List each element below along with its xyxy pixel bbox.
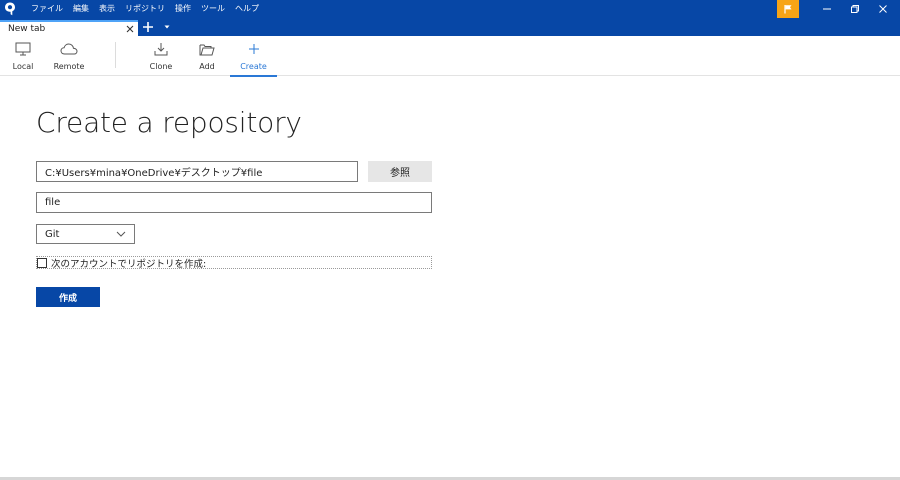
remote-button[interactable]: Remote bbox=[50, 36, 88, 74]
menu-edit[interactable]: 編集 bbox=[68, 0, 94, 18]
create-on-account-checkbox[interactable] bbox=[37, 257, 47, 268]
menu-actions[interactable]: 操作 bbox=[170, 0, 196, 18]
plus-icon bbox=[143, 22, 153, 32]
tab-strip: New tab bbox=[0, 18, 900, 36]
toolbar: Local Remote Clone Add Create bbox=[0, 36, 900, 77]
plus-icon bbox=[248, 38, 260, 60]
notification-flag-button[interactable] bbox=[777, 0, 799, 18]
monitor-icon bbox=[15, 38, 31, 60]
active-tab-indicator bbox=[230, 75, 277, 77]
minimize-button[interactable] bbox=[812, 0, 842, 18]
create-label: Create bbox=[240, 62, 267, 71]
chevron-down-icon bbox=[116, 231, 126, 237]
remote-label: Remote bbox=[53, 62, 85, 71]
title-bar: ファイル 編集 表示 リポジトリ 操作 ツール ヘルプ bbox=[0, 0, 900, 18]
create-button-tab[interactable]: Create bbox=[230, 36, 277, 77]
tab-list-dropdown[interactable] bbox=[160, 19, 174, 35]
sourcetree-logo-icon bbox=[0, 0, 20, 18]
repository-name-field[interactable]: file bbox=[36, 192, 432, 213]
menu-view[interactable]: 表示 bbox=[94, 0, 120, 18]
download-icon bbox=[154, 38, 168, 60]
create-account-checkbox-row[interactable]: 次のアカウントでリポジトリを作成: bbox=[36, 256, 432, 270]
close-icon bbox=[879, 5, 887, 13]
cloud-icon bbox=[60, 38, 78, 60]
local-label: Local bbox=[12, 62, 34, 71]
tab-new-tab[interactable]: New tab bbox=[0, 20, 138, 36]
menu-file[interactable]: ファイル bbox=[26, 0, 68, 18]
flag-icon bbox=[784, 5, 792, 14]
create-on-account-label: 次のアカウントでリポジトリを作成: bbox=[51, 258, 207, 270]
add-label: Add bbox=[199, 62, 215, 71]
caret-down-icon bbox=[164, 25, 170, 29]
local-button[interactable]: Local bbox=[6, 36, 40, 74]
tab-close-button[interactable] bbox=[122, 22, 138, 36]
page-title: Create a repository bbox=[36, 106, 302, 139]
menu-tools[interactable]: ツール bbox=[196, 0, 230, 18]
menu-help[interactable]: ヘルプ bbox=[230, 0, 264, 18]
close-window-button[interactable] bbox=[868, 0, 898, 18]
restore-icon bbox=[851, 5, 859, 13]
menu-repository[interactable]: リポジトリ bbox=[120, 0, 170, 18]
toolbar-divider bbox=[115, 42, 116, 68]
destination-path-field[interactable]: C:¥Users¥mina¥OneDrive¥デスクトップ¥file bbox=[36, 161, 358, 182]
add-button[interactable]: Add bbox=[194, 36, 220, 74]
restore-button[interactable] bbox=[840, 0, 870, 18]
menu-bar: ファイル 編集 表示 リポジトリ 操作 ツール ヘルプ bbox=[26, 0, 264, 18]
tab-title: New tab bbox=[8, 24, 46, 34]
folder-open-icon bbox=[199, 38, 215, 60]
create-button[interactable]: 作成 bbox=[36, 287, 100, 307]
repository-type-select[interactable]: Git bbox=[36, 224, 135, 244]
clone-label: Clone bbox=[149, 62, 173, 71]
clone-button[interactable]: Clone bbox=[146, 36, 176, 74]
new-tab-button[interactable] bbox=[140, 19, 156, 35]
browse-button[interactable]: 参照 bbox=[368, 161, 432, 182]
minimize-icon bbox=[823, 8, 831, 10]
repository-type-value: Git bbox=[45, 228, 60, 240]
close-icon bbox=[126, 25, 134, 33]
